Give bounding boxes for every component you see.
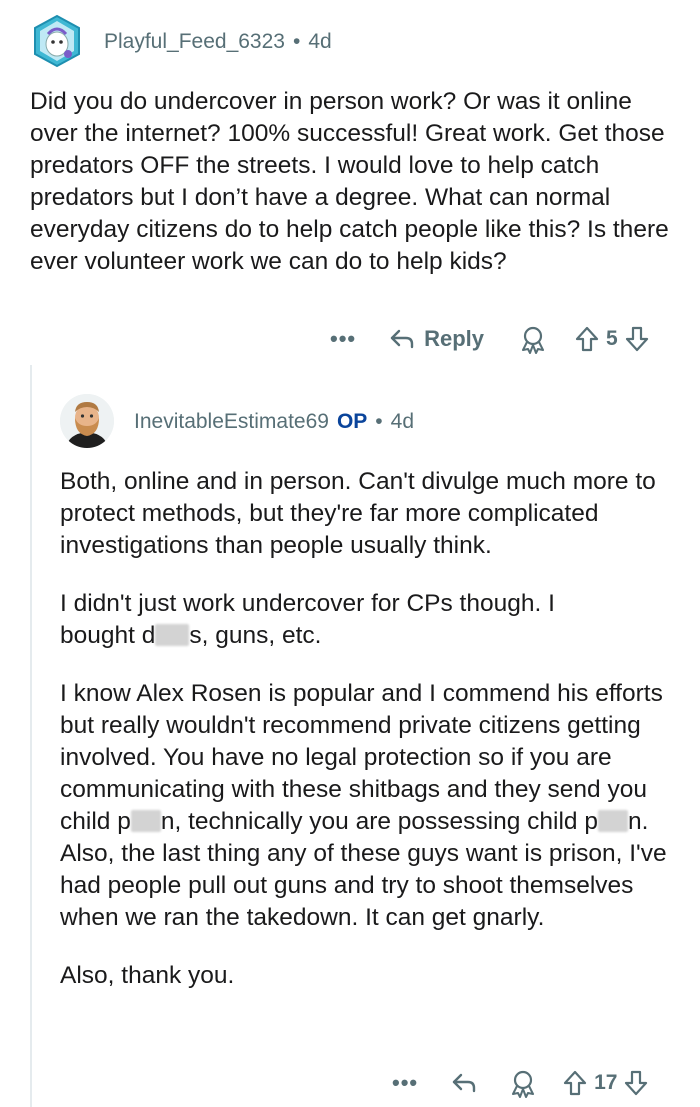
comment-header: Playful_Feed_6323 • 4d bbox=[104, 30, 332, 54]
comment-actions: ••• Reply 5 bbox=[330, 324, 650, 354]
meta-separator: • bbox=[292, 30, 301, 53]
paragraph-text: s, guns, etc. bbox=[189, 622, 322, 649]
paragraph-text: n, technically you are possessing child … bbox=[160, 808, 598, 835]
more-options-button[interactable]: ••• bbox=[392, 1070, 418, 1096]
thread-line[interactable] bbox=[30, 365, 32, 1107]
paragraph-text: I didn't just work undercover for CPs th… bbox=[60, 590, 555, 617]
comment-paragraph: I didn't just work undercover for CPs th… bbox=[60, 588, 680, 652]
redaction-blur bbox=[130, 810, 161, 832]
reply-button[interactable]: Reply bbox=[388, 325, 484, 353]
user-avatar[interactable] bbox=[30, 14, 84, 68]
more-options-button[interactable]: ••• bbox=[330, 326, 356, 352]
downvote-button[interactable] bbox=[624, 325, 650, 353]
user-avatar[interactable] bbox=[60, 394, 114, 448]
comment-body: Both, online and in person. Can't divulg… bbox=[60, 466, 680, 1018]
meta-separator: • bbox=[375, 410, 383, 433]
paragraph-text: bought d bbox=[60, 622, 156, 649]
redaction-blur bbox=[155, 624, 190, 646]
upvote-button[interactable] bbox=[562, 1069, 588, 1097]
comment-paragraph: Both, online and in person. Can't divulg… bbox=[60, 468, 656, 559]
award-button[interactable] bbox=[508, 1068, 538, 1098]
award-icon bbox=[522, 326, 545, 354]
award-button[interactable] bbox=[518, 324, 548, 354]
op-badge: OP bbox=[336, 410, 368, 433]
reply-label: Reply bbox=[424, 326, 485, 351]
bearded-man-avatar-icon bbox=[60, 394, 114, 448]
downvote-arrow-icon bbox=[625, 1070, 648, 1096]
upvote-button[interactable] bbox=[574, 325, 600, 353]
comment-paragraph: Also, thank you. bbox=[60, 962, 235, 989]
ghost-snoo-avatar-icon bbox=[34, 14, 80, 68]
reply-button[interactable] bbox=[450, 1069, 478, 1097]
redaction-blur bbox=[598, 810, 628, 832]
comment-age[interactable]: 4d bbox=[308, 30, 331, 54]
vote-count: 17 bbox=[594, 1071, 618, 1094]
vote-count: 5 bbox=[606, 327, 618, 350]
comment-paragraph: Did you do undercover in person work? Or… bbox=[30, 88, 669, 275]
upvote-arrow-icon bbox=[575, 326, 599, 352]
comment-actions: ••• 17 bbox=[392, 1068, 649, 1098]
username[interactable]: Playful_Feed_6323 bbox=[104, 30, 285, 54]
downvote-arrow-icon bbox=[625, 326, 648, 352]
reply-arrow-icon bbox=[452, 1073, 476, 1093]
comment-paragraph: I know Alex Rosen is popular and I comme… bbox=[60, 678, 680, 934]
reply-arrow-icon bbox=[390, 329, 414, 349]
downvote-button[interactable] bbox=[623, 1069, 649, 1097]
comment-header: InevitableEstimate69 OP • 4d bbox=[134, 410, 414, 434]
upvote-arrow-icon bbox=[564, 1070, 587, 1096]
username[interactable]: InevitableEstimate69 bbox=[134, 410, 329, 434]
comment-age[interactable]: 4d bbox=[391, 410, 414, 434]
comment-body: Did you do undercover in person work? Or… bbox=[30, 86, 670, 304]
award-icon bbox=[512, 1070, 535, 1098]
